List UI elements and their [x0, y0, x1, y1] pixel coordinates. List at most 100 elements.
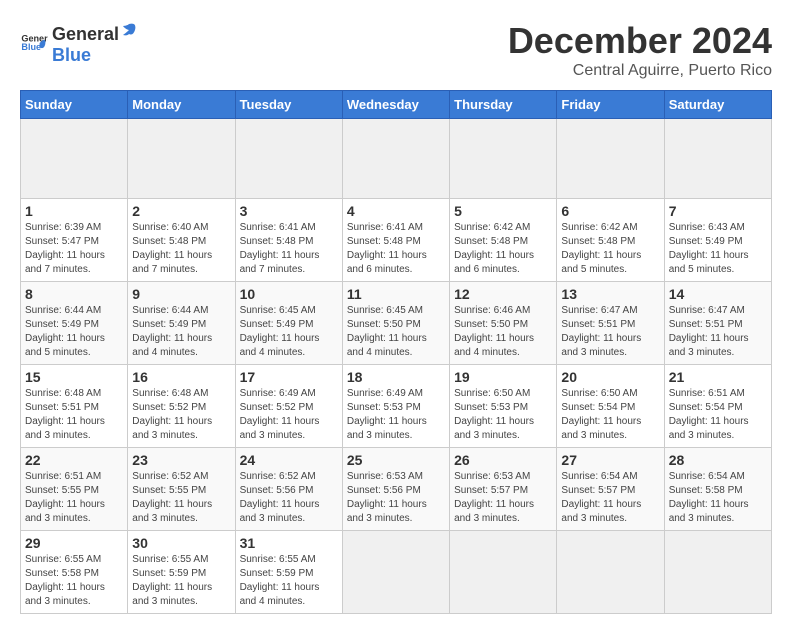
calendar-cell: 12 Sunrise: 6:46 AMSunset: 5:50 PMDayligh… — [450, 282, 557, 365]
calendar-cell: 10 Sunrise: 6:45 AMSunset: 5:49 PMDayligh… — [235, 282, 342, 365]
day-info: Sunrise: 6:42 AMSunset: 5:48 PMDaylight:… — [454, 221, 552, 277]
day-number: 19 — [454, 369, 552, 385]
day-info: Sunrise: 6:47 AMSunset: 5:51 PMDaylight:… — [561, 304, 659, 360]
calendar-cell: 13Sunrise: 6:47 AMSunset: 5:51 PMDayligh… — [557, 282, 664, 365]
day-number: 18 — [347, 369, 445, 385]
calendar-cell: 19 Sunrise: 6:50 AMSunset: 5:53 PMDayligh… — [450, 365, 557, 448]
calendar-cell: 8 Sunrise: 6:44 AMSunset: 5:49 PMDaylight… — [21, 282, 128, 365]
day-number: 24 — [240, 452, 338, 468]
calendar-cell — [235, 119, 342, 199]
day-number: 20 — [561, 369, 659, 385]
calendar-cell: 18 Sunrise: 6:49 AMSunset: 5:53 PMDayligh… — [342, 365, 449, 448]
calendar-header-friday: Friday — [557, 91, 664, 119]
logo-bird-icon — [119, 20, 139, 40]
day-info: Sunrise: 6:54 AMSunset: 5:57 PMDaylight:… — [561, 470, 659, 526]
calendar-cell: 15 Sunrise: 6:48 AMSunset: 5:51 PMDayligh… — [21, 365, 128, 448]
day-info: Sunrise: 6:45 AMSunset: 5:49 PMDaylight:… — [240, 304, 338, 360]
day-info: Sunrise: 6:44 AMSunset: 5:49 PMDaylight:… — [25, 304, 123, 360]
calendar-cell: 4 Sunrise: 6:41 AMSunset: 5:48 PMDaylight… — [342, 199, 449, 282]
calendar-cell: 5Sunrise: 6:42 AMSunset: 5:48 PMDaylight… — [450, 199, 557, 282]
day-number: 11 — [347, 286, 445, 302]
calendar-header-tuesday: Tuesday — [235, 91, 342, 119]
calendar-cell: 20 Sunrise: 6:50 AMSunset: 5:54 PMDayligh… — [557, 365, 664, 448]
day-info: Sunrise: 6:44 AMSunset: 5:49 PMDaylight:… — [132, 304, 230, 360]
day-info: Sunrise: 6:49 AMSunset: 5:52 PMDaylight:… — [240, 387, 338, 443]
day-number: 16 — [132, 369, 230, 385]
calendar-header-thursday: Thursday — [450, 91, 557, 119]
logo-icon: General Blue — [20, 29, 48, 57]
day-number: 23 — [132, 452, 230, 468]
day-info: Sunrise: 6:51 AMSunset: 5:54 PMDaylight:… — [669, 387, 767, 443]
day-number: 26 — [454, 452, 552, 468]
day-number: 15 — [25, 369, 123, 385]
day-number: 30 — [132, 535, 230, 551]
calendar-cell: 16 Sunrise: 6:48 AMSunset: 5:52 PMDayligh… — [128, 365, 235, 448]
day-info: Sunrise: 6:48 AMSunset: 5:52 PMDaylight:… — [132, 387, 230, 443]
day-info: Sunrise: 6:53 AMSunset: 5:56 PMDaylight:… — [347, 470, 445, 526]
day-info: Sunrise: 6:55 AMSunset: 5:59 PMDaylight:… — [132, 553, 230, 609]
calendar-cell: 31Sunrise: 6:55 AMSunset: 5:59 PMDayligh… — [235, 531, 342, 614]
day-number: 31 — [240, 535, 338, 551]
day-info: Sunrise: 6:40 AMSunset: 5:48 PMDaylight:… — [132, 221, 230, 277]
day-info: Sunrise: 6:50 AMSunset: 5:53 PMDaylight:… — [454, 387, 552, 443]
day-info: Sunrise: 6:45 AMSunset: 5:50 PMDaylight:… — [347, 304, 445, 360]
day-number: 14 — [669, 286, 767, 302]
day-info: Sunrise: 6:51 AMSunset: 5:55 PMDaylight:… — [25, 470, 123, 526]
day-number: 6 — [561, 203, 659, 219]
calendar-cell: 22Sunrise: 6:51 AMSunset: 5:55 PMDayligh… — [21, 448, 128, 531]
day-number: 7 — [669, 203, 767, 219]
calendar-table: SundayMondayTuesdayWednesdayThursdayFrid… — [20, 90, 772, 614]
calendar-header-row: SundayMondayTuesdayWednesdayThursdayFrid… — [21, 91, 772, 119]
day-info: Sunrise: 6:41 AMSunset: 5:48 PMDaylight:… — [347, 221, 445, 277]
day-info: Sunrise: 6:53 AMSunset: 5:57 PMDaylight:… — [454, 470, 552, 526]
calendar-header-sunday: Sunday — [21, 91, 128, 119]
calendar-cell — [450, 119, 557, 199]
day-number: 1 — [25, 203, 123, 219]
calendar-cell: 23 Sunrise: 6:52 AMSunset: 5:55 PMDayligh… — [128, 448, 235, 531]
calendar-cell: 24Sunrise: 6:52 AMSunset: 5:56 PMDayligh… — [235, 448, 342, 531]
calendar-header-monday: Monday — [128, 91, 235, 119]
day-info: Sunrise: 6:49 AMSunset: 5:53 PMDaylight:… — [347, 387, 445, 443]
day-number: 29 — [25, 535, 123, 551]
page-header: General Blue General Blue December 2024 … — [20, 20, 772, 80]
calendar-cell: 1 Sunrise: 6:39 AMSunset: 5:47 PMDaylight… — [21, 199, 128, 282]
logo-general-text: General — [52, 24, 119, 45]
calendar-cell: 6 Sunrise: 6:42 AMSunset: 5:48 PMDaylight… — [557, 199, 664, 282]
calendar-header-wednesday: Wednesday — [342, 91, 449, 119]
day-info: Sunrise: 6:47 AMSunset: 5:51 PMDaylight:… — [669, 304, 767, 360]
day-info: Sunrise: 6:48 AMSunset: 5:51 PMDaylight:… — [25, 387, 123, 443]
svg-text:Blue: Blue — [21, 42, 41, 52]
day-number: 4 — [347, 203, 445, 219]
day-number: 8 — [25, 286, 123, 302]
calendar-week-row: 29 Sunrise: 6:55 AMSunset: 5:58 PMDayligh… — [21, 531, 772, 614]
calendar-cell: 7Sunrise: 6:43 AMSunset: 5:49 PMDaylight… — [664, 199, 771, 282]
calendar-cell — [664, 119, 771, 199]
day-info: Sunrise: 6:54 AMSunset: 5:58 PMDaylight:… — [669, 470, 767, 526]
day-info: Sunrise: 6:41 AMSunset: 5:48 PMDaylight:… — [240, 221, 338, 277]
calendar-cell — [128, 119, 235, 199]
day-number: 28 — [669, 452, 767, 468]
day-info: Sunrise: 6:42 AMSunset: 5:48 PMDaylight:… — [561, 221, 659, 277]
day-number: 10 — [240, 286, 338, 302]
calendar-cell: 27 Sunrise: 6:54 AMSunset: 5:57 PMDayligh… — [557, 448, 664, 531]
day-info: Sunrise: 6:55 AMSunset: 5:58 PMDaylight:… — [25, 553, 123, 609]
day-number: 2 — [132, 203, 230, 219]
day-info: Sunrise: 6:50 AMSunset: 5:54 PMDaylight:… — [561, 387, 659, 443]
calendar-cell: 28 Sunrise: 6:54 AMSunset: 5:58 PMDayligh… — [664, 448, 771, 531]
day-number: 12 — [454, 286, 552, 302]
calendar-cell: 30 Sunrise: 6:55 AMSunset: 5:59 PMDayligh… — [128, 531, 235, 614]
calendar-cell — [557, 119, 664, 199]
calendar-week-row: 22Sunrise: 6:51 AMSunset: 5:55 PMDayligh… — [21, 448, 772, 531]
day-number: 27 — [561, 452, 659, 468]
day-info: Sunrise: 6:52 AMSunset: 5:55 PMDaylight:… — [132, 470, 230, 526]
day-info: Sunrise: 6:39 AMSunset: 5:47 PMDaylight:… — [25, 221, 123, 277]
logo: General Blue General Blue — [20, 20, 139, 66]
day-info: Sunrise: 6:46 AMSunset: 5:50 PMDaylight:… — [454, 304, 552, 360]
day-number: 17 — [240, 369, 338, 385]
calendar-header-saturday: Saturday — [664, 91, 771, 119]
calendar-cell — [450, 531, 557, 614]
calendar-cell: 29 Sunrise: 6:55 AMSunset: 5:58 PMDayligh… — [21, 531, 128, 614]
month-title: December 2024 — [508, 20, 772, 62]
calendar-week-row: 1 Sunrise: 6:39 AMSunset: 5:47 PMDaylight… — [21, 199, 772, 282]
day-number: 25 — [347, 452, 445, 468]
